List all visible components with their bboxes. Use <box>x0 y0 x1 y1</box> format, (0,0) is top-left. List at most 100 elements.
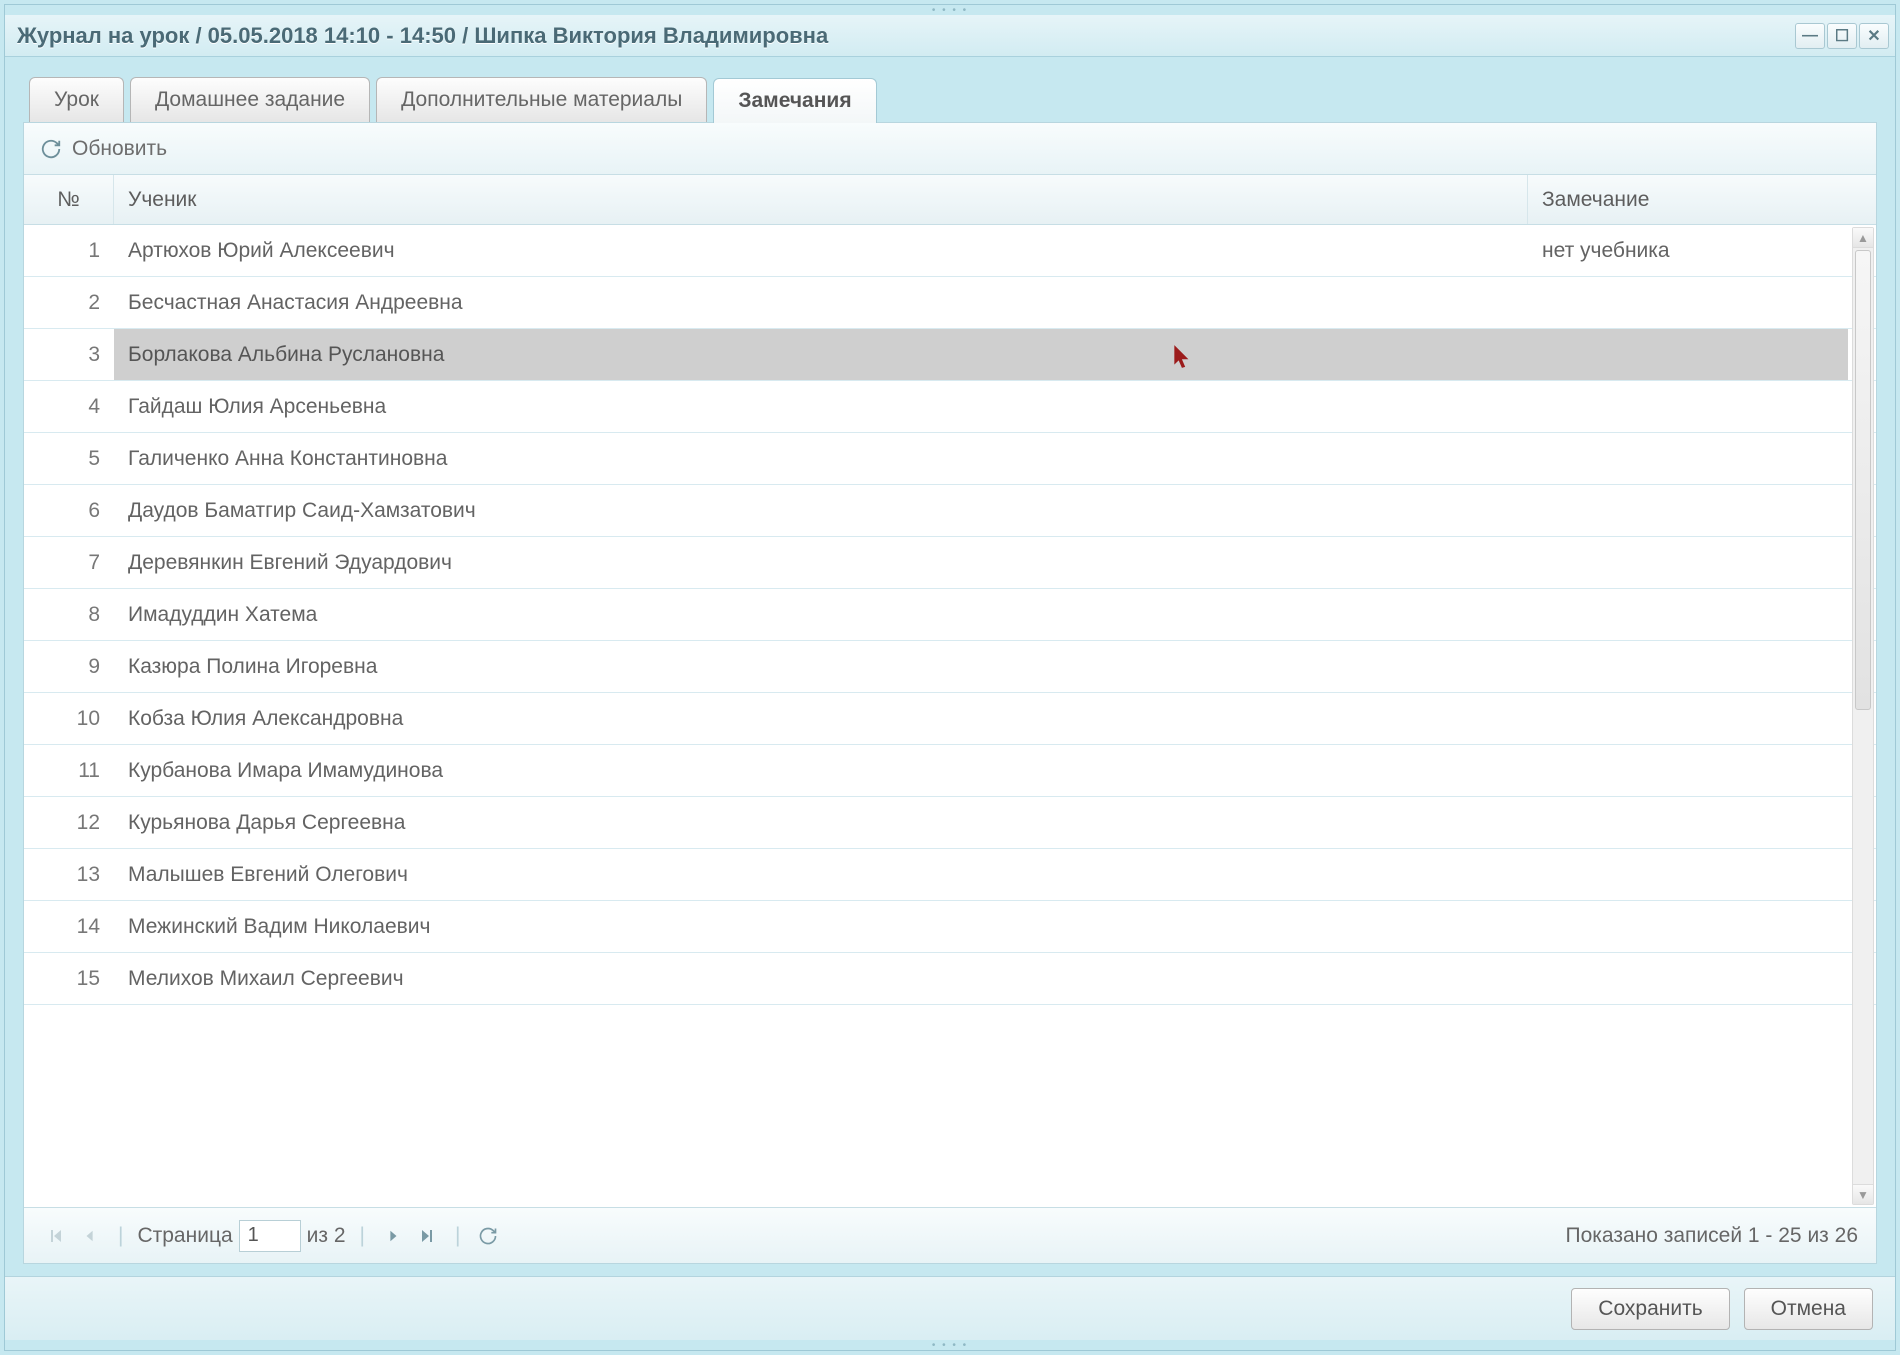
last-page-button[interactable] <box>413 1222 441 1250</box>
cell-student[interactable]: Межинский Вадим Николаевич <box>114 901 1528 952</box>
cell-student[interactable]: Имадуддин Хатема <box>114 589 1528 640</box>
scroll-down-icon[interactable]: ▼ <box>1853 1184 1873 1204</box>
page-input[interactable] <box>239 1220 301 1252</box>
table-row[interactable]: 12Курьянова Дарья Сергеевна <box>24 797 1876 849</box>
tab-1[interactable]: Домашнее задание <box>130 77 370 122</box>
cell-student[interactable]: Курьянова Дарья Сергеевна <box>114 797 1528 848</box>
cell-student[interactable]: Кобза Юлия Александровна <box>114 693 1528 744</box>
separator: | <box>110 1224 131 1248</box>
col-number-header[interactable]: № <box>24 175 114 224</box>
refresh-icon[interactable] <box>40 138 62 160</box>
cell-student[interactable]: Галиченко Анна Константиновна <box>114 433 1528 484</box>
cell-note[interactable] <box>1528 901 1848 952</box>
minimize-icon: — <box>1802 27 1818 45</box>
students-table: № Ученик Замечание 1Артюхов Юрий Алексее… <box>24 175 1876 1207</box>
table-header: № Ученик Замечание <box>24 175 1876 225</box>
next-page-button[interactable] <box>379 1222 407 1250</box>
cell-note[interactable] <box>1528 277 1848 328</box>
tab-panel-notes: Обновить № Ученик Замечание 1Артюхов Юри… <box>23 123 1877 1264</box>
cell-student[interactable]: Бесчастная Анастасия Андреевна <box>114 277 1528 328</box>
window-controls: — ☐ ✕ <box>1795 23 1889 49</box>
close-button[interactable]: ✕ <box>1859 23 1889 49</box>
cell-number: 3 <box>24 329 114 380</box>
cell-student[interactable]: Артюхов Юрий Алексеевич <box>114 225 1528 276</box>
drag-handle-top[interactable]: • • • • <box>5 5 1895 15</box>
scroll-up-icon[interactable]: ▲ <box>1853 228 1873 248</box>
cell-note[interactable] <box>1528 745 1848 796</box>
separator: | <box>447 1224 468 1248</box>
scroll-thumb[interactable] <box>1855 250 1871 710</box>
cell-note[interactable]: нет учебника <box>1528 225 1848 276</box>
cell-number: 15 <box>24 953 114 1004</box>
cell-note[interactable] <box>1528 329 1848 380</box>
table-row[interactable]: 13Малышев Евгений Олегович <box>24 849 1876 901</box>
tab-2[interactable]: Дополнительные материалы <box>376 77 707 122</box>
cell-note[interactable] <box>1528 433 1848 484</box>
cell-student[interactable]: Казюра Полина Игоревна <box>114 641 1528 692</box>
table-row[interactable]: 3Борлакова Альбина Руслановна <box>24 329 1876 381</box>
table-row[interactable]: 5Галиченко Анна Константиновна <box>24 433 1876 485</box>
cell-note[interactable] <box>1528 381 1848 432</box>
cell-student[interactable]: Деревянкин Евгений Эдуардович <box>114 537 1528 588</box>
table-row[interactable]: 6Даудов Баматгир Саид-Хамзатович <box>24 485 1876 537</box>
table-row[interactable]: 14Межинский Вадим Николаевич <box>24 901 1876 953</box>
close-icon: ✕ <box>1867 26 1880 46</box>
table-row[interactable]: 2Бесчастная Анастасия Андреевна <box>24 277 1876 329</box>
prev-page-button[interactable] <box>76 1222 104 1250</box>
table-row[interactable]: 9Казюра Полина Игоревна <box>24 641 1876 693</box>
col-student-header[interactable]: Ученик <box>114 175 1528 224</box>
cell-student[interactable]: Курбанова Имара Имамудинова <box>114 745 1528 796</box>
drag-handle-bottom[interactable]: • • • • <box>5 1340 1895 1350</box>
cell-number: 11 <box>24 745 114 796</box>
minimize-button[interactable]: — <box>1795 23 1825 49</box>
table-row[interactable]: 11Курбанова Имара Имамудинова <box>24 745 1876 797</box>
toolbar: Обновить <box>24 123 1876 175</box>
cell-number: 10 <box>24 693 114 744</box>
table-body: 1Артюхов Юрий Алексеевичнет учебника2Бес… <box>24 225 1876 1207</box>
cell-note[interactable] <box>1528 537 1848 588</box>
table-row[interactable]: 10Кобза Юлия Александровна <box>24 693 1876 745</box>
pager-status: Показано записей 1 - 25 из 26 <box>1565 1224 1858 1248</box>
col-note-header[interactable]: Замечание <box>1528 175 1848 224</box>
cell-number: 12 <box>24 797 114 848</box>
cell-note[interactable] <box>1528 589 1848 640</box>
dialog-footer: Сохранить Отмена <box>5 1276 1895 1340</box>
refresh-button[interactable]: Обновить <box>72 137 167 161</box>
table-row[interactable]: 1Артюхов Юрий Алексеевичнет учебника <box>24 225 1876 277</box>
cell-note[interactable] <box>1528 485 1848 536</box>
cell-number: 4 <box>24 381 114 432</box>
cell-student[interactable]: Даудов Баматгир Саид-Хамзатович <box>114 485 1528 536</box>
pager: | Страница из 2 | | Показано записей 1 -… <box>24 1207 1876 1263</box>
cell-number: 9 <box>24 641 114 692</box>
cell-number: 13 <box>24 849 114 900</box>
cell-note[interactable] <box>1528 641 1848 692</box>
maximize-icon: ☐ <box>1835 26 1849 46</box>
save-button[interactable]: Сохранить <box>1571 1288 1729 1330</box>
maximize-button[interactable]: ☐ <box>1827 23 1857 49</box>
first-page-button[interactable] <box>42 1222 70 1250</box>
table-row[interactable]: 15Мелихов Михаил Сергеевич <box>24 953 1876 1005</box>
tab-0[interactable]: Урок <box>29 77 124 122</box>
table-row[interactable]: 7Деревянкин Евгений Эдуардович <box>24 537 1876 589</box>
cell-note[interactable] <box>1528 953 1848 1004</box>
cell-note[interactable] <box>1528 693 1848 744</box>
scrollbar[interactable]: ▲ ▼ <box>1852 227 1874 1205</box>
lesson-journal-window: • • • • Журнал на урок / 05.05.2018 14:1… <box>4 4 1896 1351</box>
titlebar: Журнал на урок / 05.05.2018 14:10 - 14:5… <box>5 15 1895 57</box>
cell-student[interactable]: Мелихов Михаил Сергеевич <box>114 953 1528 1004</box>
cancel-button[interactable]: Отмена <box>1744 1288 1873 1330</box>
cell-student[interactable]: Гайдаш Юлия Арсеньевна <box>114 381 1528 432</box>
table-row[interactable]: 8Имадуддин Хатема <box>24 589 1876 641</box>
cell-student[interactable]: Малышев Евгений Олегович <box>114 849 1528 900</box>
content-area: УрокДомашнее заданиеДополнительные матер… <box>5 57 1895 1276</box>
table-row[interactable]: 4Гайдаш Юлия Арсеньевна <box>24 381 1876 433</box>
cell-number: 5 <box>24 433 114 484</box>
cell-student[interactable]: Борлакова Альбина Руслановна <box>114 329 1528 380</box>
page-total: из 2 <box>307 1224 346 1248</box>
separator: | <box>352 1224 373 1248</box>
cell-note[interactable] <box>1528 797 1848 848</box>
cell-number: 1 <box>24 225 114 276</box>
tab-3[interactable]: Замечания <box>713 78 876 123</box>
cell-note[interactable] <box>1528 849 1848 900</box>
pager-refresh-button[interactable] <box>474 1222 502 1250</box>
